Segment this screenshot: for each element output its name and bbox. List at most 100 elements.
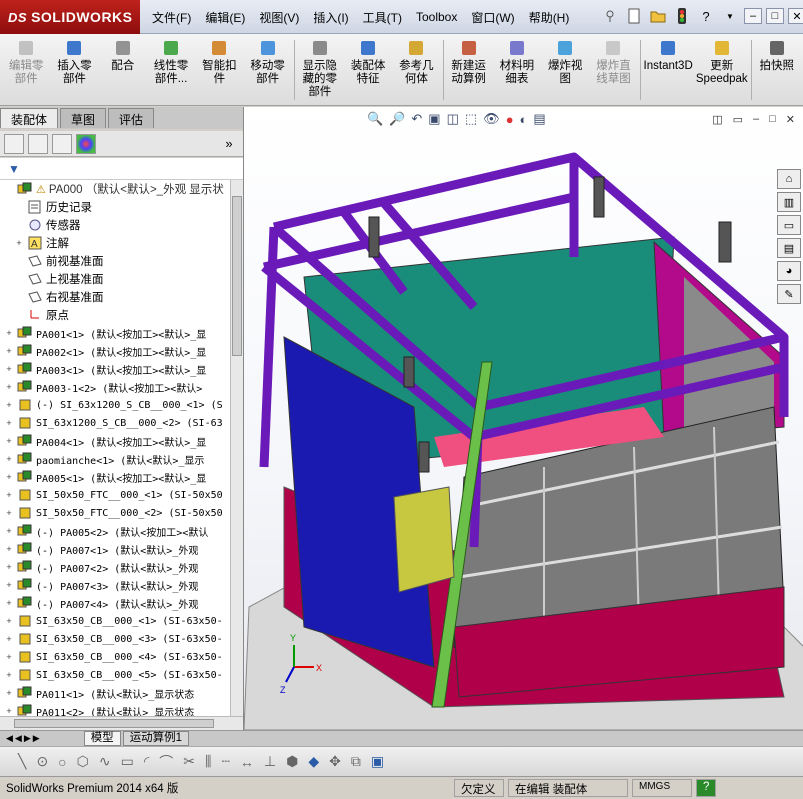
ribbon-button-12[interactable]: 爆炸直线草图 [591,34,635,86]
expand-icon[interactable]: + [4,580,14,590]
menu-insert[interactable]: 插入(I) [306,9,355,26]
help-icon[interactable]: ? [696,6,716,26]
expand-icon[interactable]: + [4,454,14,464]
menu-file[interactable]: 文件(F) [145,9,198,26]
tree-node[interactable]: + PA004<1> (默认<按加工><默认>_显 [0,432,230,450]
ribbon-button-6[interactable]: 显示隐藏的零部件 [298,34,342,99]
move-entity-icon[interactable]: ✥ [329,753,341,770]
ribbon-button-1[interactable]: 插入零部件 [52,34,96,86]
line-icon[interactable]: ╲ [18,753,26,770]
menu-view[interactable]: 视图(V) [252,9,306,26]
ribbon-button-10[interactable]: 材料明细表 [495,34,539,86]
tree-node[interactable]: + SI_63x50_CB__000_<4> (SI-63x50- [0,648,230,666]
property-manager-icon[interactable] [28,133,48,154]
tree-node[interactable]: + SI_63x1200_S_CB__000_<2> (SI-63 [0,414,230,432]
nav-last-icon[interactable]: ▶ [33,733,40,744]
expand-icon[interactable]: + [4,346,14,356]
expand-icon[interactable]: + [4,382,14,392]
tree-node[interactable]: 原点 [0,306,230,324]
spline-icon[interactable]: ∿ [99,753,111,770]
ribbon-button-0[interactable]: 编辑零部件 [4,34,48,86]
tab-assembly[interactable]: 装配体 [0,108,59,128]
copy-entity-icon[interactable]: ⧉ [351,753,361,770]
pin-icon[interactable] [600,6,620,26]
ribbon-button-13[interactable]: Instant3D [644,34,693,73]
tree-node[interactable]: + paomianche<1> (默认<默认>_显示 [0,450,230,468]
mirror-icon[interactable]: ⫼ [205,753,211,770]
ribbon-button-15[interactable]: 拍快照 [755,34,799,73]
view-palette-icon[interactable]: ▤ [777,238,801,258]
minimize-button[interactable]: – [744,8,762,24]
tree-node[interactable]: + PA001<1> (默认<按加工><默认>_显 [0,324,230,342]
expand-icon[interactable]: + [4,598,14,608]
tree-node[interactable]: + SI_63x50_CB__000_<1> (SI-63x50- [0,612,230,630]
expand-icon[interactable]: + [4,472,14,482]
expand-icon[interactable]: + [4,490,14,500]
ribbon-button-11[interactable]: 爆炸视图 [543,34,587,86]
expand-icon[interactable]: + [4,544,14,554]
expand-icon[interactable]: + [4,562,14,572]
scroll-thumb[interactable] [14,719,214,728]
custom-properties-icon[interactable]: ✎ [777,284,801,304]
appearance-manager-icon[interactable] [76,133,96,154]
ribbon-button-8[interactable]: 参考几何体 [394,34,438,86]
fillet-icon[interactable]: ⌒ [159,752,173,772]
arc-icon[interactable]: ◜ [144,753,149,770]
expand-icon[interactable]: + [4,706,14,716]
tree-node[interactable]: + (-) PA007<3> (默认<默认>_外观 [0,576,230,594]
tree-node[interactable]: + SI_63x50_CB__000_<3> (SI-63x50- [0,630,230,648]
ribbon-button-2[interactable]: 配合 [101,34,145,73]
rectangle-icon[interactable]: ▭ [121,753,134,770]
menu-toolbox[interactable]: Toolbox [409,10,464,24]
polygon-icon[interactable]: ⬡ [77,753,89,770]
tree-filter-bar[interactable]: ▼ [0,158,243,180]
tree-node[interactable]: 历史记录 [0,198,230,216]
scroll-thumb[interactable] [232,196,242,356]
tree-node[interactable]: + SI_50x50_FTC__000_<2> (SI-50x50 [0,504,230,522]
relation-icon[interactable]: ⊥ [264,753,276,770]
tree-node[interactable]: + (-) PA007<2> (默认<默认>_外观 [0,558,230,576]
expand-icon[interactable]: + [4,652,14,662]
tree-node[interactable]: + SI_50x50_FTC__000_<1> (SI-50x50 [0,486,230,504]
menu-help[interactable]: 帮助(H) [522,9,577,26]
graphics-area[interactable]: 🔍 🔎 ↶ ▣ ◫ ⬚ 👁 ● ◐ ▤ ◫ ▭ – □ ✕ X Y Z ⌂ ▥ … [243,107,803,730]
tree-vertical-scrollbar[interactable] [230,180,243,716]
configuration-manager-icon[interactable] [52,133,72,154]
chevron-down-icon[interactable]: ▼ [720,6,740,26]
expand-icon[interactable]: + [4,508,14,518]
nav-first-icon[interactable]: ◀ [6,733,13,744]
tree-node[interactable]: + (-) PA007<4> (默认<默认>_外观 [0,594,230,612]
nav-next-icon[interactable]: ▶ [24,733,31,744]
menu-tools[interactable]: 工具(T) [356,9,409,26]
status-help-icon[interactable]: ? [696,779,716,797]
tree-node[interactable]: + PA002<1> (默认<按加工><默认>_显 [0,342,230,360]
expand-right-icon[interactable]: » [219,134,239,154]
3d-sketch-icon[interactable]: ⬢ [286,753,298,770]
expand-icon[interactable]: + [4,364,14,374]
expand-icon[interactable]: + [4,418,14,428]
menu-edit[interactable]: 编辑(E) [198,9,252,26]
new-document-icon[interactable] [624,6,644,26]
tree-node[interactable]: 右视基准面 [0,288,230,306]
expand-icon[interactable]: + [4,436,14,446]
tree-node[interactable]: + PA003-1<2> (默认<按加工><默认> [0,378,230,396]
tree-node[interactable]: + PA011<1> (默认<默认>_显示状态 [0,684,230,702]
filter-icon[interactable]: ▼ [8,162,20,176]
nav-prev-icon[interactable]: ◀ [15,733,22,744]
ribbon-button-4[interactable]: 智能扣件 [197,34,241,86]
tree-node[interactable]: + A 注解 [0,234,230,252]
open-folder-icon[interactable] [648,6,668,26]
tree-node[interactable]: + PA003<1> (默认<按加工><默认>_显 [0,360,230,378]
tab-model[interactable]: 模型 [83,731,121,746]
tree-node[interactable]: + PA005<1> (默认<按加工><默认>_显 [0,468,230,486]
tree-node[interactable]: 前视基准面 [0,252,230,270]
expand-icon[interactable]: + [14,238,24,248]
box-select-icon[interactable]: ▣ [371,753,384,770]
circle-icon[interactable]: ○ [58,754,66,770]
trim-icon[interactable]: ✂ [183,753,195,770]
tree-node[interactable]: + PA011<2> (默认<默认>_显示状态 [0,702,230,716]
close-button[interactable]: ✕ [788,8,803,24]
expand-icon[interactable]: + [4,670,14,680]
sketch-plane-icon[interactable]: ◆ [308,753,319,770]
solidworks-logo[interactable]: DS SOLIDWORKS [0,0,140,34]
